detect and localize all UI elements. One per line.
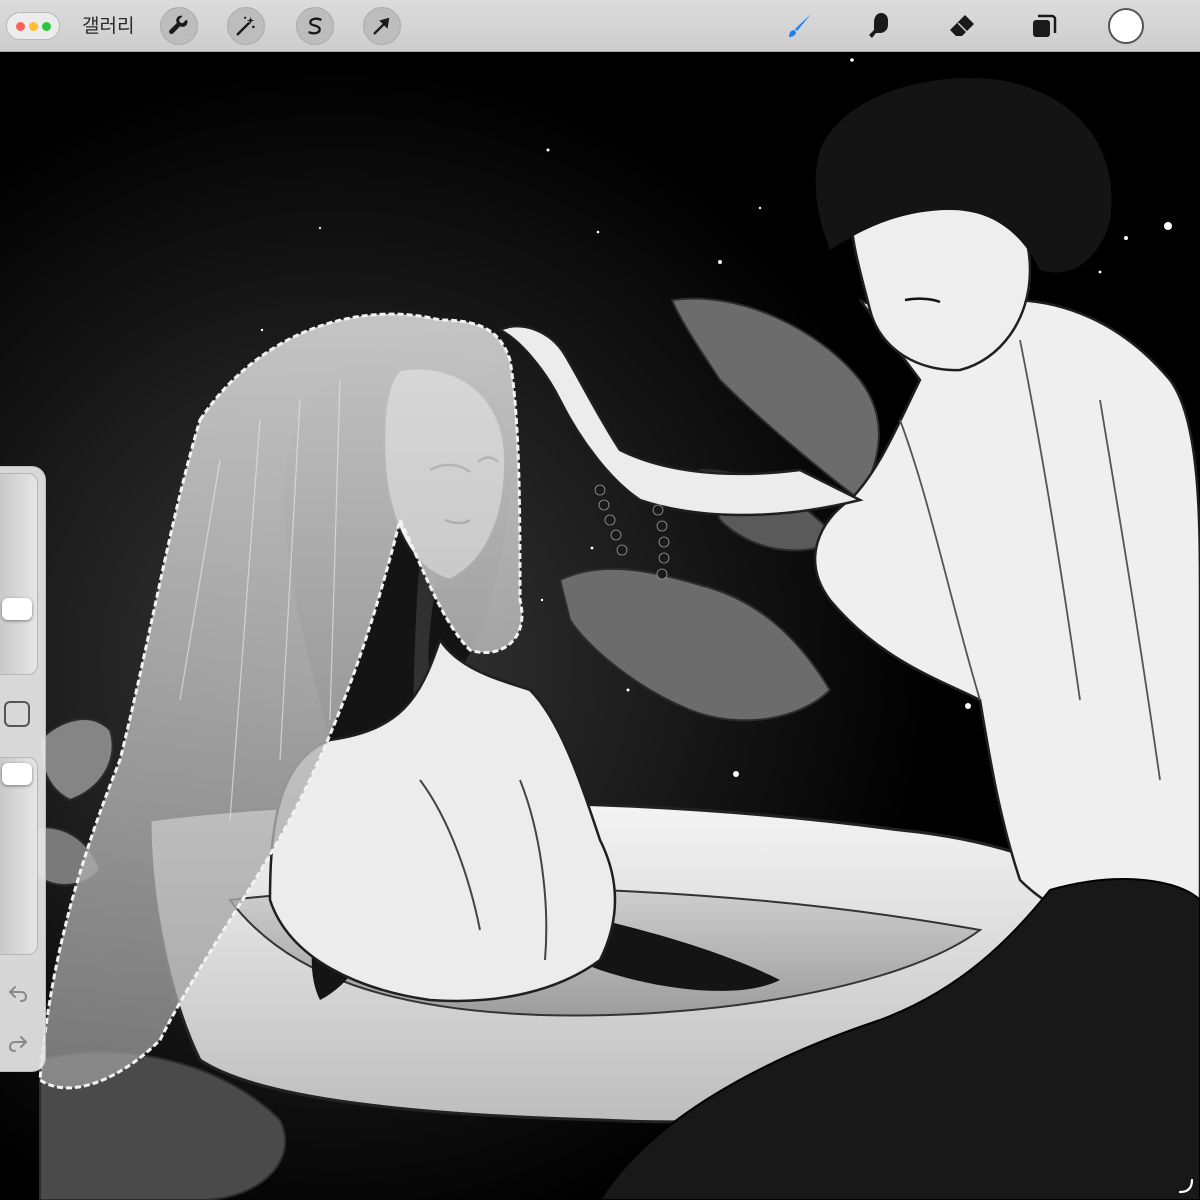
modify-square-button[interactable] [4,701,30,727]
left-sidebar [0,466,46,1072]
minimize-dot-icon[interactable] [28,21,38,31]
brush-tool[interactable] [782,8,818,44]
layers-tool[interactable] [1026,8,1062,44]
opacity-slider[interactable] [0,757,38,955]
actions-button[interactable] [160,7,198,45]
redo-arrow-icon [8,1036,28,1052]
eraser-icon [950,15,974,36]
smudge-finger-icon [869,13,888,38]
eraser-tool[interactable] [944,8,980,44]
close-dot-icon[interactable] [15,21,25,31]
smudge-tool[interactable] [862,8,898,44]
procreate-window: 갤러리 [0,0,1200,1200]
transform-button[interactable] [363,7,401,45]
magic-wand-icon [236,16,255,36]
arrow-cursor-icon [373,17,390,35]
brush-size-thumb[interactable] [2,597,32,620]
gallery-button[interactable]: 갤러리 [82,12,134,40]
undo-arrow-icon [8,986,28,1002]
color-picker-button[interactable] [1108,8,1144,44]
drawing-canvas[interactable] [0,0,1200,1200]
layers-icon [1033,14,1057,37]
wrench-icon [169,15,188,35]
undo-button[interactable] [4,979,32,1007]
redo-button[interactable] [4,1029,32,1057]
top-toolbar: 갤러리 [0,0,1200,52]
window-controls[interactable] [6,12,60,40]
brush-icon [789,14,811,37]
zoom-dot-icon[interactable] [41,21,51,31]
opacity-thumb[interactable] [2,763,32,786]
selection-button[interactable] [296,7,334,45]
resize-corner-icon[interactable] [1176,1176,1196,1196]
adjustments-button[interactable] [227,7,265,45]
selection-s-icon [308,17,322,35]
brush-size-slider[interactable] [0,473,38,675]
